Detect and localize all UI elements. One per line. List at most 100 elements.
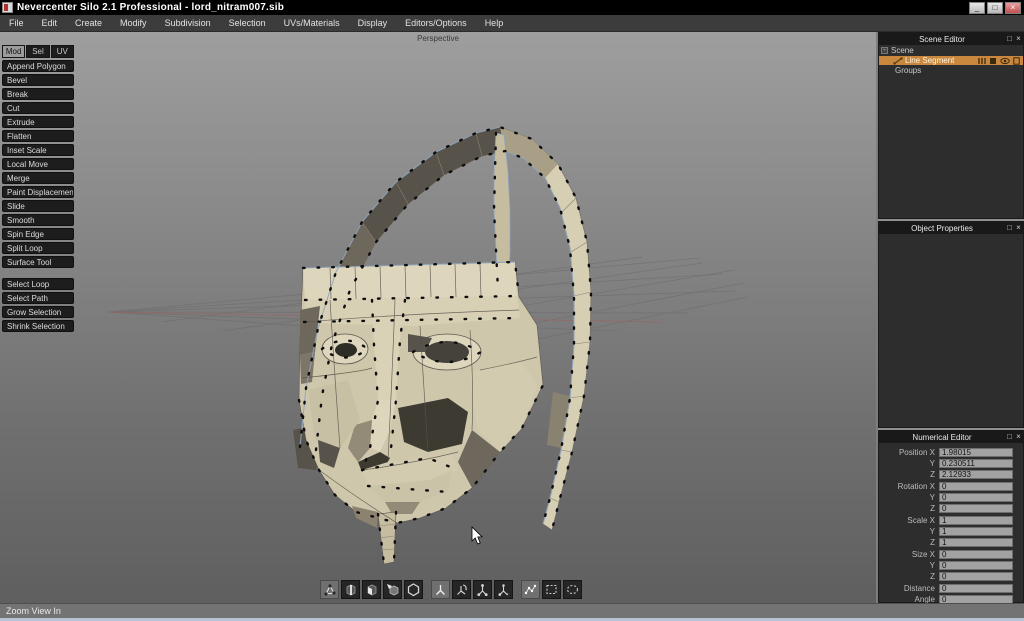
expander-icon[interactable]: -	[881, 47, 888, 54]
panel-close-icon[interactable]: ×	[1014, 431, 1023, 443]
manipulator-group	[431, 580, 513, 599]
panel-restore-icon[interactable]: □	[1005, 222, 1014, 234]
rotation-z-field[interactable]	[939, 503, 1013, 513]
size-z-field[interactable]	[939, 571, 1013, 581]
tool-append-polygon[interactable]: Append Polygon	[2, 60, 74, 72]
menu-bar: File Edit Create Modify Subdivision Sele…	[0, 15, 1024, 32]
rotation-y-label: Y	[929, 492, 935, 502]
paint-select-icon[interactable]	[521, 580, 540, 599]
tool-bevel[interactable]: Bevel	[2, 74, 74, 86]
menu-file[interactable]: File	[0, 15, 33, 31]
scale-tool-icon[interactable]	[473, 580, 492, 599]
title-bar: Nevercenter Silo 2.1 Professional - lord…	[0, 0, 1024, 15]
distance-field[interactable]	[939, 583, 1013, 593]
position-y-field[interactable]	[939, 458, 1013, 468]
restore-button[interactable]: □	[987, 1, 1003, 14]
tool-local-move[interactable]: Local Move	[2, 158, 74, 170]
tool-select-loop[interactable]: Select Loop	[2, 278, 74, 290]
tool-extrude[interactable]: Extrude	[2, 116, 74, 128]
position-y-label: Y	[929, 458, 935, 468]
scale-y-field[interactable]	[939, 526, 1013, 536]
scene-tree-root[interactable]: - Scene	[879, 46, 1023, 55]
scale-z-field[interactable]	[939, 537, 1013, 547]
rotation-y-field[interactable]	[939, 492, 1013, 502]
rotation-z-label: Z	[930, 503, 935, 513]
visibility-eye-icon[interactable]	[1000, 57, 1010, 65]
menu-create[interactable]: Create	[66, 15, 111, 31]
properties-page-icon[interactable]	[1013, 56, 1020, 65]
scene-tree-groups[interactable]: Groups	[879, 66, 1023, 75]
menu-editors-options[interactable]: Editors/Options	[396, 15, 476, 31]
tool-spin-edge[interactable]: Spin Edge	[2, 228, 74, 240]
position-z-label: Z	[930, 469, 935, 479]
tool-smooth[interactable]: Smooth	[2, 214, 74, 226]
tool-flatten[interactable]: Flatten	[2, 130, 74, 142]
display-bars-icon[interactable]	[978, 57, 986, 65]
rect-select-icon[interactable]	[542, 580, 561, 599]
minimize-button[interactable]: _	[969, 1, 985, 14]
lasso-select-icon[interactable]	[563, 580, 582, 599]
panel-close-icon[interactable]: ×	[1014, 33, 1023, 45]
size-y-field[interactable]	[939, 560, 1013, 570]
mouse-cursor	[471, 526, 483, 545]
panel-restore-icon[interactable]: □	[1005, 431, 1014, 443]
multi-mode-icon[interactable]	[404, 580, 423, 599]
scene-tree-line-segment[interactable]: Line Segment	[879, 56, 1023, 65]
position-x-label: Position X	[898, 447, 935, 457]
menu-modify[interactable]: Modify	[111, 15, 156, 31]
rotation-x-label: Rotation X	[897, 481, 935, 491]
size-x-field[interactable]	[939, 549, 1013, 559]
menu-edit[interactable]: Edit	[33, 15, 67, 31]
menu-selection[interactable]: Selection	[220, 15, 275, 31]
tool-grow-selection[interactable]: Grow Selection	[2, 306, 74, 318]
tool-inset-scale[interactable]: Inset Scale	[2, 144, 74, 156]
position-z-field[interactable]	[939, 469, 1013, 479]
object-mode-icon[interactable]	[383, 580, 402, 599]
tab-sel[interactable]: Sel	[26, 45, 50, 58]
window-title: Nevercenter Silo 2.1 Professional - lord…	[17, 2, 285, 13]
left-eye-hole	[335, 343, 357, 357]
tool-split-loop[interactable]: Split Loop	[2, 242, 74, 254]
object-properties-panel: Object Properties □ ×	[878, 221, 1024, 428]
vertex-mode-icon[interactable]	[320, 580, 339, 599]
scale-x-label: Scale X	[907, 515, 935, 525]
edge-mode-icon[interactable]	[341, 580, 360, 599]
panel-close-icon[interactable]: ×	[1014, 222, 1023, 234]
rotation-x-field[interactable]	[939, 481, 1013, 491]
object-properties-title: Object Properties	[911, 223, 973, 233]
status-hint-text: Zoom View In	[6, 606, 61, 616]
tool-cut[interactable]: Cut	[2, 102, 74, 114]
tool-paint-displacement[interactable]: Paint Displacement	[2, 186, 74, 198]
selection-style-group	[521, 580, 582, 599]
tool-surface-tool[interactable]: Surface Tool	[2, 256, 74, 268]
universal-tool-icon[interactable]	[494, 580, 513, 599]
menu-uvs-materials[interactable]: UVs/Materials	[275, 15, 349, 31]
close-button[interactable]: ×	[1005, 1, 1021, 14]
line-segment-icon	[893, 56, 903, 65]
right-panel-column: Scene Editor □ × - Scene Line Segment Gr…	[878, 32, 1024, 620]
tool-break[interactable]: Break	[2, 88, 74, 100]
tab-mod[interactable]: Mod	[2, 45, 26, 58]
menu-subdivision[interactable]: Subdivision	[156, 15, 220, 31]
rotate-tool-icon[interactable]	[452, 580, 471, 599]
tool-slide[interactable]: Slide	[2, 200, 74, 212]
tool-merge[interactable]: Merge	[2, 172, 74, 184]
selection-mode-group	[320, 580, 423, 599]
material-square-icon[interactable]	[989, 57, 997, 65]
scene-editor-title: Scene Editor	[919, 34, 965, 44]
perspective-viewport[interactable]: Perspective Mod Sel UV Append Polygon Be…	[0, 32, 876, 603]
scale-x-field[interactable]	[939, 515, 1013, 525]
numerical-editor-title: Numerical Editor	[912, 432, 972, 442]
menu-help[interactable]: Help	[476, 15, 513, 31]
move-tool-icon[interactable]	[431, 580, 450, 599]
size-y-label: Y	[929, 560, 935, 570]
tab-uv[interactable]: UV	[50, 45, 74, 58]
tool-shrink-selection[interactable]: Shrink Selection	[2, 320, 74, 332]
menu-display[interactable]: Display	[349, 15, 397, 31]
position-x-field[interactable]	[939, 447, 1013, 457]
scale-y-label: Y	[929, 526, 935, 536]
tool-select-path[interactable]: Select Path	[2, 292, 74, 304]
face-mode-icon[interactable]	[362, 580, 381, 599]
silo-application-window: Nevercenter Silo 2.1 Professional - lord…	[0, 0, 1024, 621]
panel-restore-icon[interactable]: □	[1005, 33, 1014, 45]
